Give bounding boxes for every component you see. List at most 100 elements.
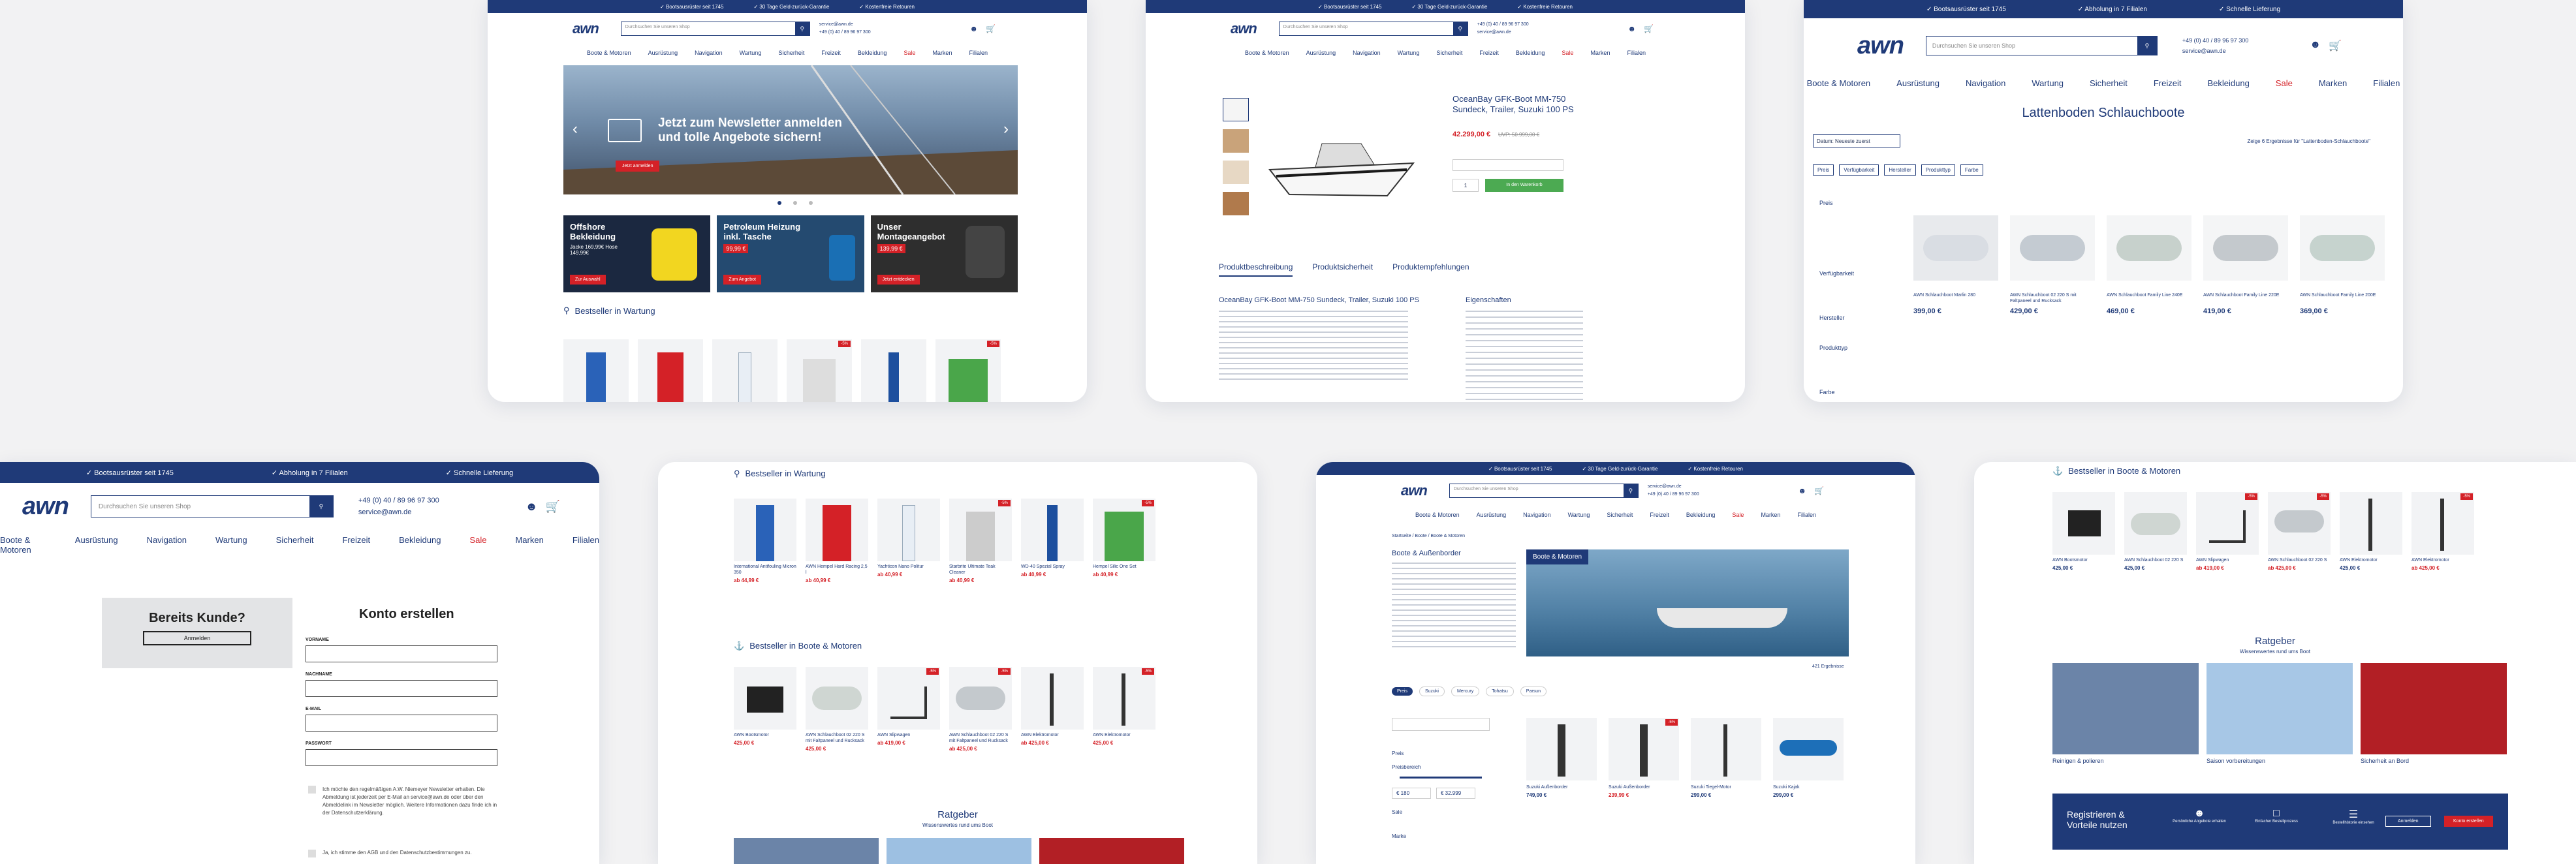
- search-input[interactable]: Durchsuchen Sie unseren Shop: [91, 496, 309, 517]
- hero-slider[interactable]: Jetzt zum Newsletter anmelden und tolle …: [563, 65, 1018, 194]
- product-card[interactable]: -5% AWN Elektromotor 425,00 €: [1093, 667, 1155, 752]
- phone-link[interactable]: +49 (0) 40 / 89 96 97 300: [358, 495, 439, 506]
- search-icon[interactable]: ⚲: [1453, 22, 1468, 35]
- search-icon[interactable]: ⚲: [309, 496, 333, 517]
- search-input[interactable]: Durchsuchen Sie unseren Shop: [1280, 22, 1453, 35]
- add-to-cart-button[interactable]: In den Warenkorb: [1485, 179, 1563, 192]
- nav-item[interactable]: Boote & Motoren: [1807, 78, 1871, 88]
- nav-item[interactable]: Navigation: [1966, 78, 2005, 88]
- product-card[interactable]: AWN Schlauchboot Family Line 200E 369,00…: [2300, 215, 2385, 315]
- sidebar-section[interactable]: Verfügbarkeit: [1819, 270, 1911, 277]
- thumbnail[interactable]: [1223, 192, 1249, 215]
- product-card[interactable]: -5% Suzuki Außenborder 239,99 €: [1609, 718, 1679, 798]
- ratgeber-tile[interactable]: Saison vorbereitungen: [2207, 663, 2353, 764]
- nav-item[interactable]: Sicherheit: [1436, 50, 1462, 56]
- nav-item[interactable]: Marken: [1590, 50, 1610, 56]
- nav-item[interactable]: Navigation: [147, 535, 187, 555]
- price-min-input[interactable]: € 180: [1392, 788, 1431, 799]
- filter-chip[interactable]: Parsun: [1520, 687, 1547, 696]
- ratgeber-tile[interactable]: Reinigen & polieren: [2052, 663, 2199, 764]
- nav-item[interactable]: Ausrüstung: [1306, 50, 1336, 56]
- filter-chip[interactable]: Verfügbarkeit: [1839, 164, 1879, 176]
- product-image[interactable]: [712, 339, 778, 402]
- thumbnail[interactable]: [1223, 98, 1249, 121]
- nav-item[interactable]: Filialen: [1797, 512, 1816, 518]
- sidebar-section[interactable]: Marke: [1392, 833, 1490, 839]
- cart-icon[interactable]: 🛒: [986, 24, 996, 33]
- ratgeber-image[interactable]: [734, 838, 879, 864]
- bestseller-heading[interactable]: ⚓ Bestseller in Boote & Motoren: [2052, 466, 2180, 476]
- ratgeber-tile[interactable]: Sicherheit an Bord: [2361, 663, 2507, 764]
- nav-item[interactable]: Wartung: [2032, 78, 2064, 88]
- nav-item[interactable]: Bekleidung: [399, 535, 441, 555]
- nav-item[interactable]: Filialen: [2373, 78, 2400, 88]
- product-card[interactable]: AWN Schlauchboot 02 220 S mit Faltpaneel…: [806, 667, 868, 752]
- sort-select[interactable]: [1392, 718, 1490, 731]
- promo-tile[interactable]: Petroleum Heizung inkl. Tasche 99,99 € Z…: [717, 215, 864, 292]
- product-image[interactable]: [861, 339, 926, 402]
- search-input[interactable]: Durchsuchen Sie unseren Shop: [1926, 37, 2137, 55]
- search-input[interactable]: Durchsuchen Sie unseren Shop: [1450, 484, 1624, 497]
- search-bar[interactable]: Durchsuchen Sie unseren Shop ⚲: [1925, 36, 2158, 55]
- product-card[interactable]: Suzuki Kajak 299,00 €: [1773, 718, 1844, 798]
- nav-item[interactable]: Boote & Motoren: [1415, 512, 1460, 518]
- nav-item[interactable]: Navigation: [1353, 50, 1381, 56]
- phone-link[interactable]: +49 (0) 40 / 89 96 97 300: [1648, 491, 1699, 499]
- cart-icon[interactable]: 🛒: [1814, 486, 1824, 495]
- firstname-field[interactable]: [306, 645, 497, 662]
- product-card[interactable]: -5% AWN Schlauchboot 02 220 S ab 425,00 €: [2268, 492, 2331, 571]
- email-link[interactable]: service@awn.de: [1477, 29, 1529, 37]
- quantity-stepper[interactable]: 1: [1453, 179, 1479, 192]
- banner-register-button[interactable]: Konto erstellen: [2444, 816, 2493, 827]
- search-bar[interactable]: Durchsuchen Sie unseren Shop ⚲: [1449, 484, 1639, 498]
- email-link[interactable]: service@awn.de: [2182, 46, 2248, 56]
- nav-item[interactable]: Freizeit: [1479, 50, 1499, 56]
- newsletter-checkbox[interactable]: [308, 786, 316, 794]
- bestseller-heading[interactable]: ⚲ Bestseller in Wartung: [734, 469, 826, 479]
- nav-item[interactable]: Sicherheit: [2090, 78, 2128, 88]
- sidebar-section[interactable]: Preis: [1819, 200, 1911, 206]
- filter-chip[interactable]: Mercury: [1451, 687, 1480, 696]
- search-icon[interactable]: ⚲: [2137, 37, 2157, 55]
- nav-item[interactable]: Bekleidung: [858, 50, 887, 56]
- sidebar-section[interactable]: Preis: [1392, 750, 1490, 756]
- nav-item[interactable]: Filialen: [969, 50, 988, 56]
- product-card[interactable]: AWN Hempel Hard Racing 2,5 l ab 40,99 €: [806, 499, 868, 583]
- user-icon[interactable]: ☻: [1627, 24, 1636, 33]
- product-card[interactable]: Suzuki Tiegel-Motor 299,00 €: [1691, 718, 1761, 798]
- product-image[interactable]: [563, 339, 629, 402]
- thumbnail[interactable]: [1223, 161, 1249, 184]
- email-link[interactable]: service@awn.de: [1648, 483, 1699, 491]
- promo-tile[interactable]: Offshore Bekleidung Jacke 169,99€ Hose 1…: [563, 215, 711, 292]
- promo-button[interactable]: Jetzt entdecken: [877, 275, 920, 285]
- filter-chip[interactable]: Hersteller: [1884, 164, 1916, 176]
- logo[interactable]: awn: [1231, 20, 1257, 37]
- product-card[interactable]: AWN Schlauchboot 02 220 S 425,00 €: [2124, 492, 2187, 571]
- ratgeber-image[interactable]: [887, 838, 1031, 864]
- search-icon[interactable]: ⚲: [794, 22, 809, 35]
- price-max-input[interactable]: € 32.999: [1436, 788, 1475, 799]
- search-input[interactable]: Durchsuchen Sie unseren Shop: [621, 22, 795, 35]
- product-card[interactable]: -5% AWN Schlauchboot 02 220 S mit Faltpan…: [949, 667, 1012, 752]
- agb-checkbox[interactable]: [308, 850, 316, 857]
- logo[interactable]: awn: [1401, 482, 1428, 499]
- nav-item[interactable]: Ausrüstung: [1896, 78, 1940, 88]
- nav-item[interactable]: Marken: [515, 535, 543, 555]
- cart-icon[interactable]: 🛒: [546, 500, 560, 514]
- nav-item[interactable]: Marken: [932, 50, 952, 56]
- nav-item[interactable]: Freizeit: [342, 535, 370, 555]
- nav-item-sale[interactable]: Sale: [469, 535, 486, 555]
- nav-item[interactable]: Boote & Motoren: [587, 50, 631, 56]
- product-card[interactable]: -5% AWN Elektromotor ab 425,00 €: [2411, 492, 2474, 571]
- nav-item[interactable]: Navigation: [695, 50, 723, 56]
- password-field[interactable]: [306, 749, 497, 766]
- nav-item[interactable]: Ausrüstung: [75, 535, 118, 555]
- filter-chip[interactable]: Farbe: [1960, 164, 1983, 176]
- product-card[interactable]: AWN Schlauchboot Family Line 240E 469,00…: [2107, 215, 2191, 315]
- search-bar[interactable]: Durchsuchen Sie unseren Shop ⚲: [620, 22, 810, 36]
- product-image[interactable]: -5%: [935, 339, 1001, 402]
- user-icon[interactable]: ☻: [1798, 486, 1806, 495]
- slider-dots[interactable]: [778, 201, 813, 205]
- nav-item[interactable]: Bekleidung: [1686, 512, 1716, 518]
- nav-item[interactable]: Marken: [2319, 78, 2347, 88]
